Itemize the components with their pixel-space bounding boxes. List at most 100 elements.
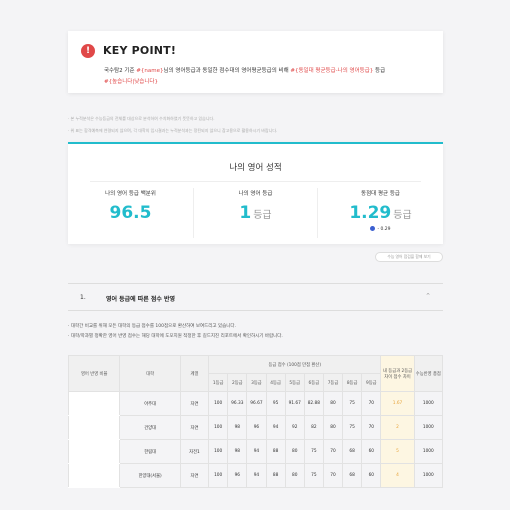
diff-cell: 5 [380,439,415,464]
track-cell: 자연 [179,415,210,440]
score-cell: 82.88 [303,391,324,416]
key-point-panel: ! KEY POINT! 국수탐2 기준 #{name}님의 영어등급과 동일한… [68,31,443,93]
header-ratio: 영어 반영 비율 [67,355,121,392]
score-cell: 100 [208,463,229,488]
section-notes: · 대학간 비교를 위해 모든 대학의 등급 점수를 100점으로 환산하여 보… [68,322,283,342]
table-row: 한양대(서울) 자연 100 96 94 88 80 75 70 68 60 4… [67,463,444,488]
table-row: 한림대 자전1 100 98 94 88 80 75 70 68 60 5 10… [67,439,444,464]
diff-cell: 1.67 [380,391,415,416]
total-cell: 1000 [413,415,444,440]
score-cell: 100 [208,439,229,464]
compare-button[interactable]: 수능 영어 점검을 함께 보기 [375,252,443,262]
track-cell: 자전1 [179,439,210,464]
score-cell: 100 [208,415,229,440]
minus-circle-icon [370,226,376,231]
stat-label: 나의 영어 등급 [238,191,273,197]
score-cell: 60 [361,463,382,488]
key-point-title: KEY POINT! [103,44,177,57]
header-grade: 9등급 [361,373,382,392]
english-score-card: 나의 영어 성적 나의 영어 등급 백분위 96.5 나의 영어 등급 1 등급 … [68,142,443,244]
table-row: 아주대 자연 100 96.33 96.67 95 91.67 82.88 80… [67,391,444,416]
total-cell: 1000 [413,439,444,464]
stat-label: 나의 영어 등급 백분위 [105,191,156,197]
section-number: 1. [80,294,86,301]
header-grade-scores: 등급 점수 (100점 만점 환산) [208,355,382,374]
stat-value: 96.5 [109,203,152,223]
score-cell: 70 [322,463,344,488]
score-cell: 96 [227,463,248,488]
score-cell: 95 [265,391,286,416]
score-cell: 88 [265,463,286,488]
score-cell: 92 [284,415,305,440]
track-cell: 자연 [179,463,210,488]
score-cell: 75 [342,415,363,440]
score-cell: 80 [284,463,305,488]
score-cell: 75 [303,439,324,464]
table-row: 건양대 자연 100 98 96 94 92 82 80 75 70 2 100… [67,415,444,440]
header-my-diff: 내 등급과 2등급 차이 점수 차이 [380,355,415,392]
header-univ: 대학 [119,355,181,392]
header-grade: 3등급 [246,373,267,392]
header-track: 계열 [179,355,210,392]
univ-cell: 한림대 [119,439,181,464]
univ-cell: 한양대(서울) [119,463,181,488]
score-cell: 96.33 [227,391,248,416]
score-card-title: 나의 영어 성적 [229,163,282,173]
key-point-result: #{높습니다|낮습니다} [104,79,158,85]
bullet-line: · 대학/학과별 정확한 영어 반영 점수는 해당 대학에 도모지원 적정한 후… [68,334,283,339]
score-cell: 70 [361,415,382,440]
score-cell: 60 [361,439,382,464]
stat-label: 동점대 평균 등급 [361,191,400,197]
chevron-up-icon[interactable]: ⌃ [425,292,431,300]
grade-score-table: 영어 반영 비율 대학 계열 등급 점수 (100점 만점 환산) 내 등급과 … [67,355,444,488]
header-total: 수능반영 총점 [413,355,444,392]
score-cell: 68 [342,463,363,488]
header-grade: 2등급 [227,373,248,392]
score-cell: 100 [208,391,229,416]
total-cell: 1000 [413,463,444,488]
score-cell: 75 [342,391,363,416]
score-cell: 88 [265,439,286,464]
stat-value: 1 등급 [239,203,272,223]
ratio-cell [67,391,121,416]
percentile-stat: 나의 영어 등급 백분위 96.5 [68,188,193,238]
header-grade: 8등급 [342,373,363,392]
header-grade: 1등급 [208,373,229,392]
score-cell: 94 [246,463,267,488]
score-cell: 80 [322,391,344,416]
ratio-cell [67,439,121,464]
grade-difference: - 0.29 [318,226,443,232]
score-cell: 94 [246,439,267,464]
total-cell: 1000 [413,391,444,416]
score-cell: 80 [284,439,305,464]
section-header[interactable]: 1. 영어 등급에 따른 점수 반영 ⌃ [68,283,443,311]
divider [90,181,421,182]
diff-cell: 4 [380,463,415,488]
track-cell: 자연 [179,391,210,416]
ratio-cell [67,415,121,440]
univ-cell: 건양대 [119,415,181,440]
univ-cell: 아주대 [119,391,181,416]
score-cell: 80 [322,415,344,440]
score-cell: 82 [303,415,324,440]
score-cell: 98 [227,415,248,440]
average-grade-stat: 동점대 평균 등급 1.29 등급 - 0.29 [318,188,443,238]
ratio-cell [67,463,121,488]
score-cell: 70 [322,439,344,464]
alert-icon: ! [81,44,95,58]
score-cell: 68 [342,439,363,464]
score-cell: 96.67 [246,391,267,416]
section-title: 영어 등급에 따른 점수 반영 [106,296,176,303]
score-cell: 96 [246,415,267,440]
header-grade: 6등급 [303,373,324,392]
header-grade: 7등급 [322,373,344,392]
note-line: · 위 표는 합격예측에 연령되지 않으며, 각 대학의 입시결과는 누적분석과… [68,128,278,133]
disclaimer-notes: · 본 누적분석은 수능등급의 전체를 대상으로 분석하여 수치화하였기 뜻뜻하… [68,113,277,137]
bullet-line: · 대학간 비교를 위해 모든 대학의 등급 점수를 100점으로 환산하여 보… [68,324,236,329]
note-line: · 본 누적분석은 수능등급의 전체를 대상으로 분석하여 수치화하였기 뜻뜻하… [68,116,215,121]
score-cell: 70 [361,391,382,416]
diff-cell: 2 [380,415,415,440]
score-cell: 91.67 [284,391,305,416]
score-cell: 75 [303,463,324,488]
score-cell: 94 [265,415,286,440]
